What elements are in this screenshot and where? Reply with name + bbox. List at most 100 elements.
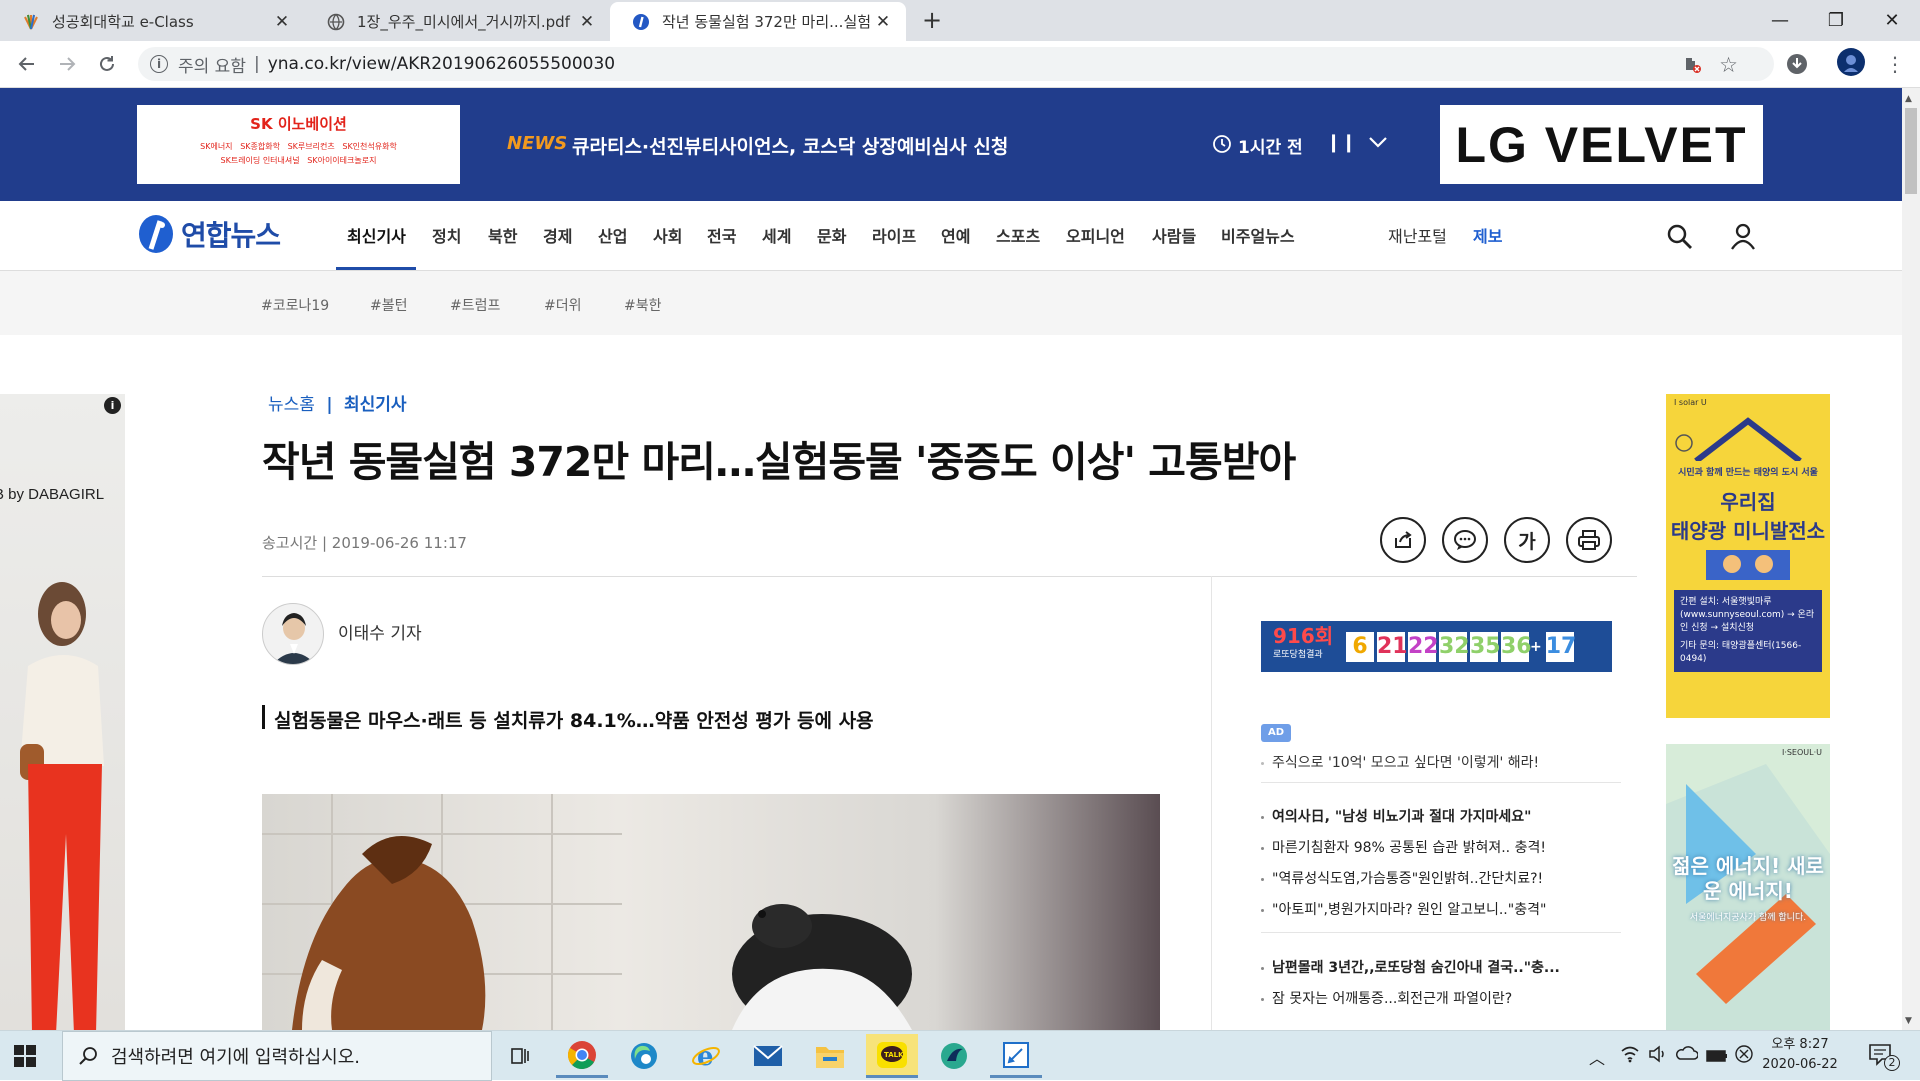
nav-item[interactable]: 세계 <box>762 223 791 247</box>
minimize-icon[interactable]: — <box>1752 0 1808 40</box>
breadcrumb-home[interactable]: 뉴스홈 <box>268 395 315 415</box>
pause-icon[interactable]: ❙❙ <box>1326 132 1356 153</box>
font-size-button[interactable]: 가 <box>1504 517 1550 563</box>
edge-taskbar-icon[interactable] <box>618 1034 670 1078</box>
list-item[interactable]: 잠 못자는 어깨통증...회전근개 파열이란? <box>1261 984 1621 1015</box>
kakaotalk-taskbar-icon[interactable]: TALK <box>866 1034 918 1078</box>
nav-item[interactable]: 산업 <box>598 223 627 247</box>
left-fashion-ad[interactable]: B by DABAGIRL i <box>0 394 125 1030</box>
ime-status-icon[interactable] <box>1734 1044 1754 1068</box>
battery-icon[interactable] <box>1706 1047 1728 1066</box>
nav-item[interactable]: 사회 <box>653 223 682 247</box>
list-item[interactable]: "역류성식도염,가슴통증"원인밝혀..간단치료?! <box>1261 864 1621 895</box>
url-text[interactable]: yna.co.kr/view/AKR20190626055500030 <box>268 54 615 74</box>
breadcrumb-current[interactable]: 최신기사 <box>344 395 407 415</box>
hashtag-link[interactable]: #북한 <box>624 295 662 315</box>
sk-ad-banner[interactable]: SK 이노베이션 SK에너지 SK종합화학 SK루브리컨츠 SK인천석유화학 S… <box>137 105 460 184</box>
reload-icon[interactable] <box>92 49 122 79</box>
ad-link[interactable]: 남편몰래 3년간,,로또당첨 숨긴아내 결국.."충... <box>1272 960 1560 976</box>
nav-item[interactable]: 오피니언 <box>1066 223 1125 247</box>
close-tab-icon[interactable]: ✕ <box>271 12 293 32</box>
ad-link[interactable]: 마른기침환자 98% 공통된 습관 밝혀져.. 충격! <box>1272 840 1546 856</box>
onedrive-icon[interactable] <box>1676 1045 1699 1065</box>
nav-item[interactable]: 사람들 <box>1152 223 1196 247</box>
forward-icon[interactable] <box>52 49 82 79</box>
nav-item[interactable]: 북한 <box>488 223 517 247</box>
internet-explorer-taskbar-icon[interactable]: e <box>680 1034 732 1078</box>
chrome-taskbar-icon[interactable] <box>556 1034 608 1078</box>
new-tab-icon[interactable]: + <box>922 6 942 34</box>
print-button[interactable] <box>1566 517 1612 563</box>
nav-item[interactable]: 비주얼뉴스 <box>1221 223 1295 247</box>
back-icon[interactable] <box>12 49 42 79</box>
close-tab-icon[interactable]: ✕ <box>872 12 894 32</box>
address-bar[interactable]: i 주의 요함 | yna.co.kr/view/AKR201906260555… <box>138 47 1774 81</box>
nav-item-latest[interactable]: 최신기사 <box>347 223 406 247</box>
article-photo[interactable] <box>262 794 1160 1030</box>
download-icon[interactable] <box>1782 49 1812 79</box>
ad-link[interactable]: "역류성식도염,가슴통증"원인밝혀..간단치료?! <box>1272 871 1543 887</box>
browser-tab-active[interactable]: 작년 동물실험 372만 마리...실험 ✕ <box>610 2 906 41</box>
taskbar-search-box[interactable]: 검색하려면 여기에 입력하십시오. <box>62 1031 492 1081</box>
search-icon[interactable] <box>1666 223 1694 255</box>
reporter-avatar[interactable] <box>262 603 324 665</box>
ad-link[interactable]: 주식으로 '10억' 모으고 싶다면 '이렇게' 해라! <box>1272 755 1539 771</box>
reporter-name[interactable]: 이태수 기자 <box>338 619 422 644</box>
browser-tab[interactable]: 성공회대학교 e-Class ✕ <box>0 2 305 41</box>
file-explorer-taskbar-icon[interactable] <box>804 1034 856 1078</box>
mail-taskbar-icon[interactable] <box>742 1034 794 1078</box>
ad-link[interactable]: "아토피",병원가지마라? 원인 알고보니.."충격" <box>1272 902 1546 918</box>
wifi-icon[interactable] <box>1620 1045 1640 1067</box>
nav-tip-link[interactable]: 제보 <box>1473 223 1502 247</box>
news-ticker-headline[interactable]: 큐라티스·선진뷰티사이언스, 코스닥 상장예비심사 신청 <box>572 132 1008 159</box>
nav-item[interactable]: 스포츠 <box>996 223 1040 247</box>
list-item[interactable]: 마른기침환자 98% 공통된 습관 밝혀져.. 충격! <box>1261 833 1621 864</box>
hashtag-link[interactable]: #볼턴 <box>370 295 408 315</box>
share-button[interactable] <box>1380 517 1426 563</box>
nav-item[interactable]: 라이프 <box>872 223 916 247</box>
ad-info-icon[interactable]: i <box>104 397 121 414</box>
nav-item[interactable]: 경제 <box>543 223 572 247</box>
site-logo[interactable]: 연합뉴스 <box>137 213 281 255</box>
list-item[interactable]: 주식으로 '10억' 모으고 싶다면 '이렇게' 해라! <box>1261 752 1621 783</box>
vertical-scrollbar[interactable]: ▲ ▼ <box>1902 88 1920 1030</box>
extension-blocked-icon[interactable] <box>1682 54 1702 79</box>
nav-item[interactable]: 문화 <box>817 223 846 247</box>
bookmark-star-icon[interactable]: ☆ <box>1719 53 1738 77</box>
hashtag-link[interactable]: #코로나19 <box>261 295 329 315</box>
chevron-up-icon[interactable]: ︿ <box>1589 1045 1605 1069</box>
hashtag-link[interactable]: #트럼프 <box>450 295 500 315</box>
lotto-result-widget[interactable]: 916회 로또당첨결과 6 21 22 32 35 36 + 17 <box>1261 621 1612 672</box>
ad-link[interactable]: 여의사日, "남성 비뇨기과 절대 가지마세요" <box>1272 809 1531 825</box>
close-tab-icon[interactable]: ✕ <box>576 12 598 32</box>
windows-start-icon[interactable] <box>14 1045 36 1071</box>
editor-taskbar-icon[interactable] <box>990 1034 1042 1078</box>
nav-item[interactable]: 연예 <box>941 223 970 247</box>
list-item[interactable]: 여의사日, "남성 비뇨기과 절대 가지마세요" <box>1261 802 1621 833</box>
menu-kebab-icon[interactable]: ⋮ <box>1880 49 1910 79</box>
user-icon[interactable] <box>1729 222 1757 254</box>
hashtag-link[interactable]: #더위 <box>544 295 582 315</box>
profile-avatar-icon[interactable] <box>1836 47 1866 77</box>
comment-button[interactable] <box>1442 517 1488 563</box>
chevron-down-icon[interactable] <box>1368 134 1388 154</box>
energy-ad-banner[interactable]: I·SEOUL·U 젊은 에너지! 새로운 에너지! 서울에너지공사가 함께 합… <box>1666 744 1830 1030</box>
lg-velvet-ad[interactable]: LG VELVET <box>1440 105 1763 184</box>
browser-tab[interactable]: 1장_우주_미시에서_거시까지.pdf ✕ <box>305 2 610 41</box>
app-taskbar-icon[interactable] <box>928 1034 980 1078</box>
list-item[interactable]: "아토피",병원가지마라? 원인 알고보니.."충격" <box>1261 895 1621 933</box>
task-view-icon[interactable] <box>494 1034 546 1078</box>
list-item[interactable]: 남편몰래 3년간,,로또당첨 숨긴아내 결국.."충... <box>1261 953 1621 984</box>
scroll-down-icon[interactable]: ▼ <box>1905 1016 1912 1026</box>
ad-link[interactable]: 잠 못자는 어깨통증...회전근개 파열이란? <box>1272 991 1512 1007</box>
nav-item[interactable]: 정치 <box>432 223 461 247</box>
scroll-up-icon[interactable]: ▲ <box>1905 94 1912 104</box>
nav-item[interactable]: 전국 <box>707 223 736 247</box>
solar-ad-banner[interactable]: I solar U 시민과 함께 만드는 태양의 도시 서울 우리집 태양광 미… <box>1666 394 1830 718</box>
info-icon[interactable]: i <box>150 55 168 73</box>
volume-icon[interactable] <box>1648 1045 1668 1067</box>
system-clock[interactable]: 오후 8:27 2020-06-22 <box>1760 1035 1840 1075</box>
restore-icon[interactable]: ❐ <box>1808 0 1864 40</box>
scrollbar-thumb[interactable] <box>1905 108 1917 194</box>
window-close-icon[interactable]: ✕ <box>1864 0 1920 40</box>
